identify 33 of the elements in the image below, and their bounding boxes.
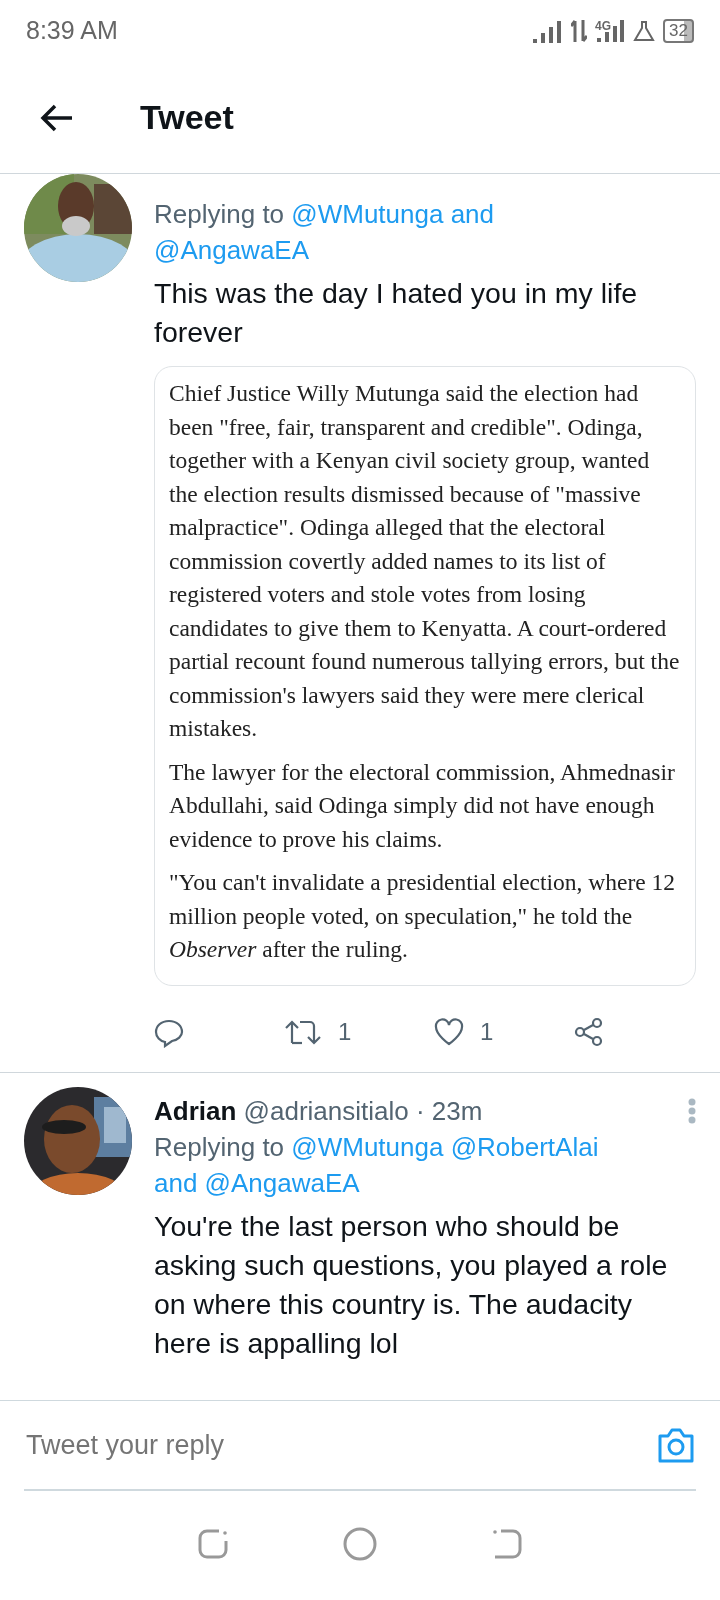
- home-icon[interactable]: [343, 1526, 377, 1561]
- heart-icon[interactable]: [434, 1017, 464, 1046]
- signal-icon: [533, 19, 564, 43]
- replying-label: Replying to: [154, 1131, 285, 1162]
- recent-apps-icon[interactable]: [197, 1527, 229, 1560]
- share-icon[interactable]: [574, 1016, 604, 1047]
- author-handle: @adriansitialo: [243, 1095, 409, 1126]
- network-label: 4G: [595, 20, 612, 32]
- back-icon[interactable]: [40, 103, 74, 132]
- page-title: Tweet: [140, 97, 234, 138]
- back-nav-icon[interactable]: [491, 1527, 523, 1560]
- article-paragraph: Chief Justice Willy Mutunga said the election had been "free, fair, transparent and credible". Odinga, together with a Kenyan civil society group, wanted the election results dismissed because of "massive malpractice". Odinga alleged that the electoral commission covertly added names to its list of registered voters and stole votes from losing candidates to give them to Kenyatta. A court-ordered partial recount found numerous tallying errors, but the commission's lawyers said they were mere clerical mistakes.: [169, 379, 681, 743]
- data-transfer-icon: [571, 18, 588, 44]
- replying-label: Replying to: [154, 199, 285, 229]
- mention-link[interactable]: @WMutunga @RobertAlai: [291, 1131, 599, 1162]
- flask-icon: [633, 20, 656, 42]
- mention-link[interactable]: and @AngawaEA: [154, 1167, 360, 1198]
- like-count: 1: [480, 1016, 494, 1047]
- battery-indicator: 32: [663, 19, 694, 43]
- mention-link[interactable]: @WMutunga and: [291, 199, 495, 229]
- camera-icon[interactable]: [656, 1426, 696, 1464]
- retweet-count: 1: [338, 1016, 352, 1047]
- article-paragraph: The lawyer for the electoral commission, Ahmednasir Abdullahi, said Odinga simply did not have enough evidence to prove his claims.: [169, 757, 676, 854]
- author-name[interactable]: Adrian: [154, 1095, 237, 1126]
- reply-icon[interactable]: [154, 1018, 184, 1049]
- tweet-text: You're the last person who should be asking such questions, you played a role on where this country is. The audacity here is appalling lol: [154, 1208, 669, 1361]
- tweet-time: · 23m: [415, 1095, 483, 1126]
- article-paragraph: "You can't invalidate a presidential election, where 12 million people voted, on speculation," he told the Observer after the ruling.: [169, 868, 677, 964]
- tweet-text: This was the day I hated you in my life forever: [154, 276, 639, 350]
- mention-link[interactable]: @AngawaEA: [154, 235, 310, 265]
- signal-icon: [597, 20, 626, 42]
- reply-field[interactable]: Tweet your reply: [24, 1423, 656, 1467]
- clock: 8:39 AM: [26, 15, 118, 47]
